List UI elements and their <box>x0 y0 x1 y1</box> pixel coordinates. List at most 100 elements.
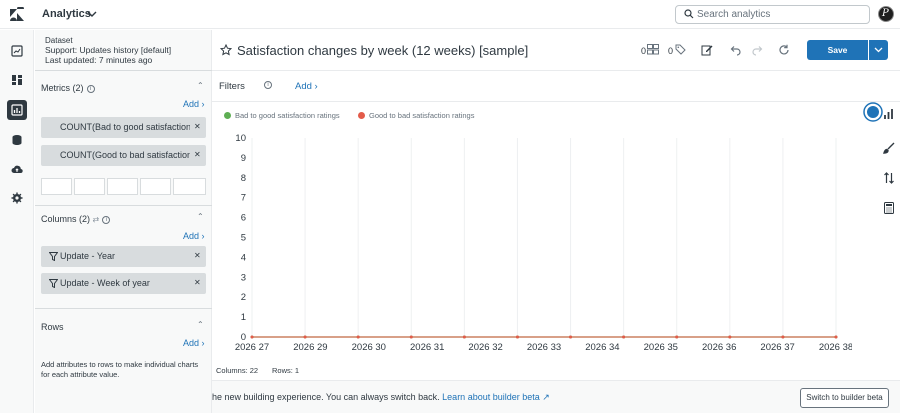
dashboard-icon[interactable] <box>7 41 27 61</box>
columns-title-text: Columns (2) <box>41 214 91 224</box>
metric-format-toolbar <box>41 178 206 195</box>
x-tick-label: 2026 29 <box>293 342 327 353</box>
data-point <box>515 335 519 339</box>
metric-label: COUNT(Good to bad satisfaction ratings) <box>60 150 190 160</box>
data-point <box>356 335 360 339</box>
dataset-name[interactable]: Support: Updates history [default] <box>45 45 171 55</box>
filter-icon[interactable] <box>49 279 58 288</box>
divider <box>35 205 212 206</box>
y-tick-label: 2 <box>241 292 246 303</box>
data-point <box>781 335 785 339</box>
x-tick-label: 2026 35 <box>644 342 678 353</box>
data-point <box>622 335 626 339</box>
x-tick-label: 2026 33 <box>527 342 561 353</box>
learn-more-link[interactable]: Learn about builder beta <box>442 392 540 402</box>
data-point <box>303 335 307 339</box>
format-button[interactable] <box>173 178 206 195</box>
y-tick-label: 6 <box>241 213 246 224</box>
chart-type-icon[interactable] <box>863 102 883 122</box>
top-bar: Analytics Search analytics P <box>0 0 900 29</box>
add-row-link[interactable]: Add › <box>183 338 205 348</box>
avatar[interactable]: P <box>878 6 894 22</box>
remove-icon[interactable]: ✕ <box>194 278 201 287</box>
x-tick-label: 2026 27 <box>235 342 269 353</box>
bar-chart-icon[interactable] <box>883 107 900 127</box>
line-chart: 0123456789102026 27 2026 29 2026 30 2026 31… <box>235 133 852 353</box>
nav-rail <box>0 30 34 413</box>
metric-pill[interactable]: COUNT(Good to bad satisfaction ratings) … <box>41 145 206 166</box>
data-point <box>569 335 573 339</box>
datasets-icon[interactable] <box>7 130 27 150</box>
info-icon[interactable]: i <box>86 84 95 93</box>
column-pill[interactable]: Update - Year ✕ <box>41 246 206 267</box>
dashboards-grid-icon[interactable] <box>7 70 27 90</box>
remove-icon[interactable]: ✕ <box>194 251 201 260</box>
y-tick-label: 3 <box>241 272 246 283</box>
format-button[interactable] <box>140 178 171 195</box>
reports-icon[interactable] <box>7 100 27 120</box>
search-icon <box>684 9 694 19</box>
divider <box>35 308 212 309</box>
report-main: Satisfaction changes by week (12 weeks) … <box>212 30 900 413</box>
brush-icon[interactable] <box>883 141 900 161</box>
rows-title: Rows <box>41 322 64 332</box>
data-point <box>728 335 732 339</box>
gear-icon[interactable] <box>7 188 27 208</box>
switch-builder-button[interactable]: Switch to builder beta <box>800 388 889 408</box>
remove-icon[interactable]: ✕ <box>194 122 201 131</box>
swap-icon[interactable]: ⇄ <box>93 215 100 224</box>
y-tick-label: 8 <box>241 173 246 184</box>
builder-banner: he new building experience. You can alwa… <box>212 380 900 413</box>
metrics-title-text: Metrics (2) <box>41 83 84 93</box>
dataset-label: Dataset <box>45 36 73 45</box>
search-input[interactable]: Search analytics <box>675 5 870 24</box>
chevron-down-icon[interactable] <box>86 8 98 20</box>
x-tick-label: 2026 34 <box>585 342 619 353</box>
sort-icon[interactable] <box>883 171 900 191</box>
chevron-down-icon <box>874 47 883 53</box>
dataset-updated: Last updated: 7 minutes ago <box>45 55 153 65</box>
metric-pill[interactable]: COUNT(Bad to good satisfaction ratings) … <box>41 117 206 138</box>
divider <box>35 70 212 71</box>
data-point <box>409 335 413 339</box>
app-title[interactable]: Analytics <box>42 8 91 20</box>
columns-count: Columns: 22 <box>216 366 259 375</box>
cloud-upload-icon[interactable] <box>7 159 27 179</box>
info-icon[interactable]: i <box>102 215 111 224</box>
column-pill[interactable]: Update - Week of year ✕ <box>41 273 206 294</box>
format-button[interactable] <box>74 178 105 195</box>
zendesk-logo-icon[interactable] <box>9 7 25 23</box>
column-label: Update - Week of year <box>60 278 150 288</box>
search-placeholder: Search analytics <box>697 9 771 20</box>
y-tick-label: 5 <box>241 233 246 244</box>
filter-icon[interactable] <box>49 252 58 261</box>
y-tick-label: 10 <box>235 133 246 144</box>
y-tick-label: 1 <box>241 312 246 323</box>
chevron-up-icon[interactable]: ⌃ <box>197 320 204 329</box>
column-label: Update - Year <box>60 251 116 261</box>
format-button[interactable] <box>41 178 72 195</box>
x-tick-label: 2026 38 <box>819 342 852 353</box>
metrics-title: Metrics (2) i <box>41 83 95 93</box>
x-tick-label: 2026 31 <box>410 342 444 353</box>
add-column-link[interactable]: Add › <box>183 231 205 241</box>
metric-label: COUNT(Bad to good satisfaction ratings) <box>60 122 190 132</box>
columns-title: Columns (2) ⇄ i <box>41 214 111 224</box>
remove-icon[interactable]: ✕ <box>194 150 201 159</box>
chevron-up-icon[interactable]: ⌃ <box>197 212 204 221</box>
data-point <box>250 335 254 339</box>
save-options-button[interactable] <box>869 40 888 60</box>
x-tick-label: 2026 30 <box>352 342 386 353</box>
y-tick-label: 7 <box>241 193 246 204</box>
chevron-up-icon[interactable]: ⌃ <box>197 81 204 90</box>
x-tick-label: 2026 37 <box>760 342 794 353</box>
add-metric-link[interactable]: Add › <box>183 99 205 109</box>
format-button[interactable] <box>107 178 138 195</box>
calculator-icon[interactable] <box>883 201 900 221</box>
banner-text: he new building experience. You can alwa… <box>212 392 550 403</box>
y-tick-label: 9 <box>241 153 246 164</box>
data-point <box>834 335 838 339</box>
banner-message: he new building experience. You can alwa… <box>212 392 440 402</box>
external-link-icon: ↗ <box>542 392 550 402</box>
y-tick-label: 4 <box>241 252 246 263</box>
